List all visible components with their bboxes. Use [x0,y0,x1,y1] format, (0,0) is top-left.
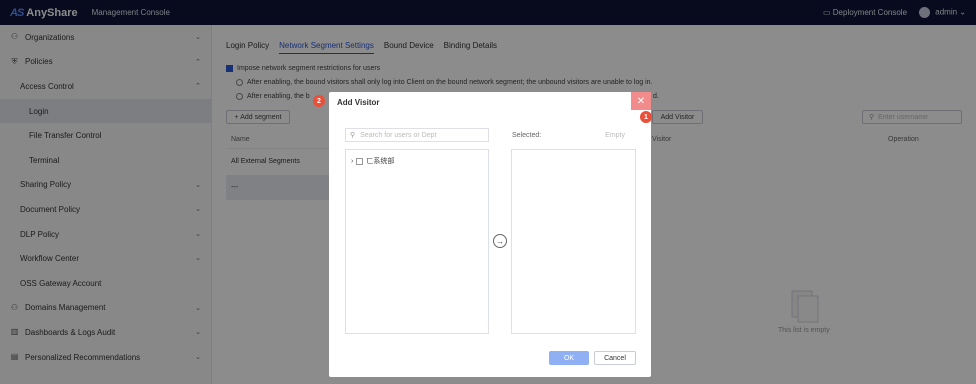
dialog-search-placeholder: Search for users or Dept [360,131,437,139]
selected-pane [511,149,636,334]
tree-node-root[interactable]: › ㄈ系统部 [351,156,394,166]
cancel-button[interactable]: Cancel [594,351,636,365]
add-to-selected-icon[interactable]: → [493,234,507,248]
empty-selected-link[interactable]: Empty [605,132,625,139]
selected-label: Selected: [512,132,542,139]
chevron-right-icon[interactable]: › [351,158,353,165]
org-tree-pane: › ㄈ系统部 [345,149,489,334]
dialog-title: Add Visitor [337,98,380,107]
add-visitor-dialog: Add Visitor ✕ ⚲ Search for users or Dept… [329,92,651,377]
step-marker-2: 2 [313,95,325,107]
dialog-search-input[interactable]: ⚲ Search for users or Dept [345,128,489,142]
tree-node-label: ㄈ系统部 [366,158,395,165]
tree-node-checkbox[interactable] [356,157,364,165]
step-marker-1: 1 [640,111,652,123]
close-icon[interactable]: ✕ [631,92,651,110]
ok-button[interactable]: OK [549,351,589,365]
search-icon: ⚲ [350,132,356,139]
